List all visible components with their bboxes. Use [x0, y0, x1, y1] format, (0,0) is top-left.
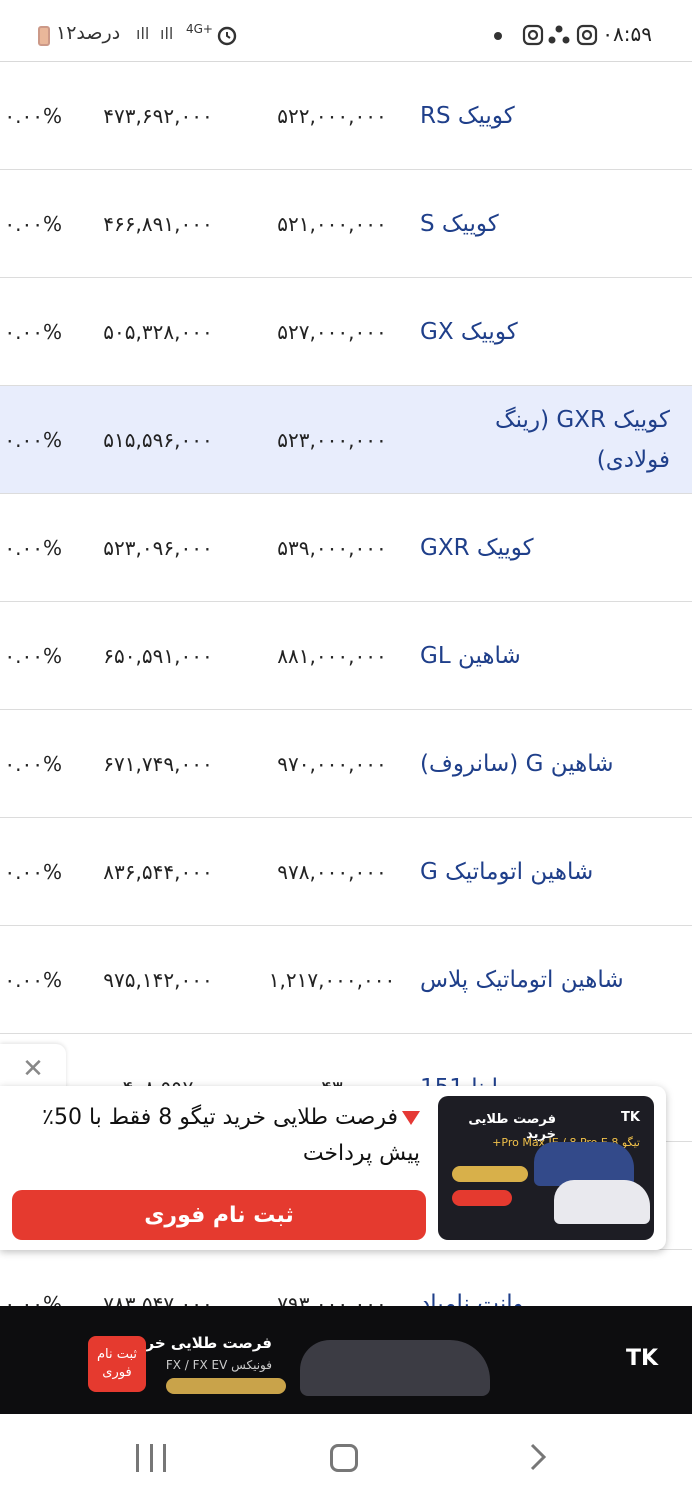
price-change: ۰.۰۰%: [4, 644, 62, 668]
triangle-down-icon: [402, 1111, 420, 1125]
factory-price: ۱,۲۱۷,۰۰۰,۰۰۰: [268, 968, 396, 992]
battery-icon: [38, 26, 50, 46]
banner-register-button[interactable]: ثبت نام فوری: [88, 1336, 146, 1392]
clock: ۰۸:۵۹: [602, 22, 652, 46]
price-change: ۰.۰۰%: [4, 860, 62, 884]
network-label: 4G+: [186, 22, 213, 36]
factory-price: ۵۲۷,۰۰۰,۰۰۰: [277, 320, 387, 344]
market-price: ۴۷۳,۶۹۲,۰۰۰: [103, 104, 213, 128]
banner-title: فرصت طلایی خرید: [131, 1334, 272, 1352]
close-icon[interactable]: ✕: [20, 1056, 46, 1082]
signal-icon: ıll: [136, 24, 150, 43]
market-price: ۶۷۱,۷۴۹,۰۰۰: [103, 752, 213, 776]
factory-price: ۸۸۱,۰۰۰,۰۰۰: [277, 644, 387, 668]
home-icon[interactable]: [330, 1444, 358, 1472]
recent-apps-icon[interactable]: [136, 1444, 166, 1474]
app-icon: [548, 25, 570, 44]
market-price: ۵۲۳,۰۹۶,۰۰۰: [103, 536, 213, 560]
price-change: ۰.۰۰%: [4, 104, 62, 128]
factory-price: ۵۳۹,۰۰۰,۰۰۰: [277, 536, 387, 560]
car-image: [300, 1340, 490, 1396]
table-row[interactable]: شاهین اتوماتیک G ۹۷۸,۰۰۰,۰۰۰ ۸۳۶,۵۴۴,۰۰۰ ۰.…: [0, 818, 692, 926]
factory-price: ۵۲۱,۰۰۰,۰۰۰: [277, 212, 387, 236]
market-price: ۵۱۵,۵۹۶,۰۰۰: [103, 428, 213, 452]
price-change: ۰.۰۰%: [4, 752, 62, 776]
bottom-banner-ad[interactable]: TK فرصت طلایی خرید فونیکس FX / FX EV ثبت…: [0, 1306, 692, 1414]
car-model-link[interactable]: کوییک S: [420, 170, 670, 278]
battery-percent: ۱۲درصد: [56, 22, 121, 44]
price-change: ۰.۰۰%: [4, 536, 62, 560]
popup-banner-brand: TK: [621, 1110, 640, 1125]
register-now-button[interactable]: ثبت نام فوری: [12, 1190, 426, 1240]
back-icon[interactable]: [522, 1442, 552, 1472]
market-price: ۵۰۵,۳۲۸,۰۰۰: [103, 320, 213, 344]
popup-text: فرصت طلایی خرید تیگو 8 فقط با 50٪ پیش پر…: [10, 1100, 420, 1172]
discount-badge: [452, 1166, 528, 1182]
car-model-link[interactable]: کوییک GXR (رینگ فولادی): [420, 386, 670, 494]
table-row[interactable]: کوییک GXR ۵۳۹,۰۰۰,۰۰۰ ۵۲۳,۰۹۶,۰۰۰ ۰.۰۰%: [0, 494, 692, 602]
instagram-icon: [522, 24, 544, 46]
market-price: ۸۳۶,۵۴۴,۰۰۰: [103, 860, 213, 884]
market-price: ۶۵۰,۵۹۱,۰۰۰: [103, 644, 213, 668]
signal-icon-2: ıll: [160, 24, 174, 43]
price-change: ۰.۰۰%: [4, 320, 62, 344]
table-row[interactable]: شاهین G (سانروف) ۹۷۰,۰۰۰,۰۰۰ ۶۷۱,۷۴۹,۰۰۰ ۰.…: [0, 710, 692, 818]
popup-banner-image[interactable]: فرصت طلایی خرید TK تیگو 8 Pro Max IE / 8…: [438, 1096, 654, 1240]
car-model-link[interactable]: شاهین GL: [420, 602, 670, 710]
car-model-link[interactable]: شاهین اتوماتیک G: [420, 818, 670, 926]
discount-badge: [166, 1378, 286, 1394]
banner-brand-logo: TK: [625, 1346, 658, 1371]
alarm-icon: [217, 26, 237, 46]
notification-dot: [494, 32, 502, 40]
car-model-link[interactable]: کوییک GX: [420, 278, 670, 386]
app-screen: ۱۲درصد ıll ıll 4G+ ۰۸:۵۹ کوییک RS ۵۲۲,۰۰۰…: [0, 0, 692, 1500]
popup-ad[interactable]: فرصت طلایی خرید تیگو 8 فقط با 50٪ پیش پر…: [0, 1086, 666, 1250]
factory-price: ۹۷۸,۰۰۰,۰۰۰: [277, 860, 387, 884]
table-row[interactable]: کوییک S ۵۲۱,۰۰۰,۰۰۰ ۴۶۶,۸۹۱,۰۰۰ ۰.۰۰%: [0, 170, 692, 278]
price-change: ۰.۰۰%: [4, 212, 62, 236]
register-badge: [452, 1190, 512, 1206]
status-bar: ۱۲درصد ıll ıll 4G+ ۰۸:۵۹: [0, 0, 692, 62]
car-model-link[interactable]: شاهین G (سانروف): [420, 710, 670, 818]
market-price: ۴۶۶,۸۹۱,۰۰۰: [103, 212, 213, 236]
table-row[interactable]: شاهین GL ۸۸۱,۰۰۰,۰۰۰ ۶۵۰,۵۹۱,۰۰۰ ۰.۰۰%: [0, 602, 692, 710]
table-row[interactable]: شاهین اتوماتیک پلاس ۱,۲۱۷,۰۰۰,۰۰۰ ۹۷۵,۱۴۲,…: [0, 926, 692, 1034]
price-change: ۰.۰۰%: [4, 428, 62, 452]
market-price: ۹۷۵,۱۴۲,۰۰۰: [103, 968, 213, 992]
car-model-link[interactable]: کوییک GXR: [420, 494, 670, 602]
popup-message: فرصت طلایی خرید تیگو 8 فقط با 50٪ پیش پر…: [42, 1105, 420, 1166]
car-model-link[interactable]: شاهین اتوماتیک پلاس: [420, 926, 670, 1034]
factory-price: ۵۲۳,۰۰۰,۰۰۰: [277, 428, 387, 452]
factory-price: ۹۷۰,۰۰۰,۰۰۰: [277, 752, 387, 776]
table-row[interactable]: کوییک GXR (رینگ فولادی) ۵۲۳,۰۰۰,۰۰۰ ۵۱۵,۵۹…: [0, 386, 692, 494]
table-row[interactable]: کوییک GX ۵۲۷,۰۰۰,۰۰۰ ۵۰۵,۳۲۸,۰۰۰ ۰.۰۰%: [0, 278, 692, 386]
car-image-2: [554, 1180, 650, 1224]
table-row[interactable]: کوییک RS ۵۲۲,۰۰۰,۰۰۰ ۴۷۳,۶۹۲,۰۰۰ ۰.۰۰%: [0, 62, 692, 170]
factory-price: ۵۲۲,۰۰۰,۰۰۰: [277, 104, 387, 128]
car-model-link[interactable]: کوییک RS: [420, 62, 670, 170]
banner-subtitle: فونیکس FX / FX EV: [165, 1358, 272, 1372]
system-nav-bar: [0, 1414, 692, 1500]
instagram-icon-2: [576, 24, 598, 46]
price-change: ۰.۰۰%: [4, 968, 62, 992]
